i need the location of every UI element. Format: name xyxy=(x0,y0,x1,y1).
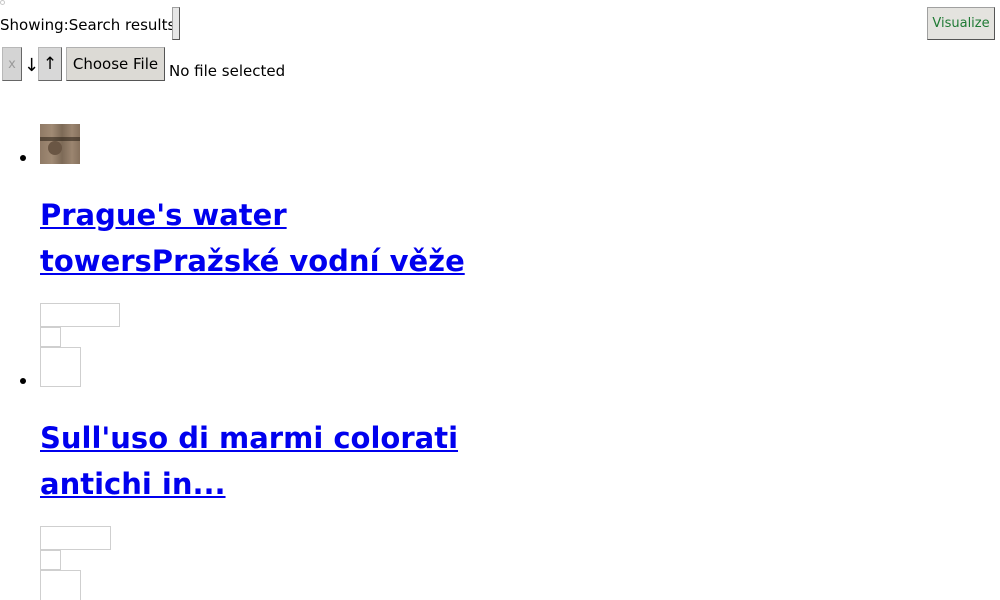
clear-button[interactable]: x xyxy=(2,47,22,81)
corner-indicator xyxy=(0,0,5,5)
visualize-button[interactable]: Visualize xyxy=(927,7,995,40)
metadata-placeholder-square xyxy=(40,347,81,387)
showing-label: Showing:Search results xyxy=(0,16,175,34)
result-title-link[interactable]: Prague's water towersPražské vodní věže xyxy=(40,192,520,284)
sort-descending-icon[interactable]: ↓ xyxy=(24,56,39,76)
thumbnail-detail xyxy=(48,141,62,155)
choose-file-button[interactable]: Choose File xyxy=(66,47,165,81)
metadata-placeholder-wide xyxy=(40,526,111,550)
result-title-link[interactable]: Sull'uso di marmi colorati antichi in... xyxy=(40,415,520,507)
showing-value: Search results xyxy=(68,16,176,34)
showing-prefix: Showing: xyxy=(0,16,69,34)
result-thumbnail[interactable] xyxy=(40,124,80,164)
list-bullet xyxy=(20,378,26,384)
metadata-placeholder-small xyxy=(40,550,61,570)
page: Showing:Search results Visualize x ↓ ↑ C… xyxy=(0,0,1000,600)
list-bullet xyxy=(20,155,26,161)
metadata-placeholder-wide xyxy=(40,303,120,327)
metadata-placeholder-small xyxy=(40,327,61,347)
showing-dropdown-toggle[interactable] xyxy=(172,7,180,40)
metadata-placeholder-square xyxy=(40,570,81,600)
file-status-text: No file selected xyxy=(169,62,286,80)
sort-ascending-button[interactable]: ↑ xyxy=(38,47,62,81)
